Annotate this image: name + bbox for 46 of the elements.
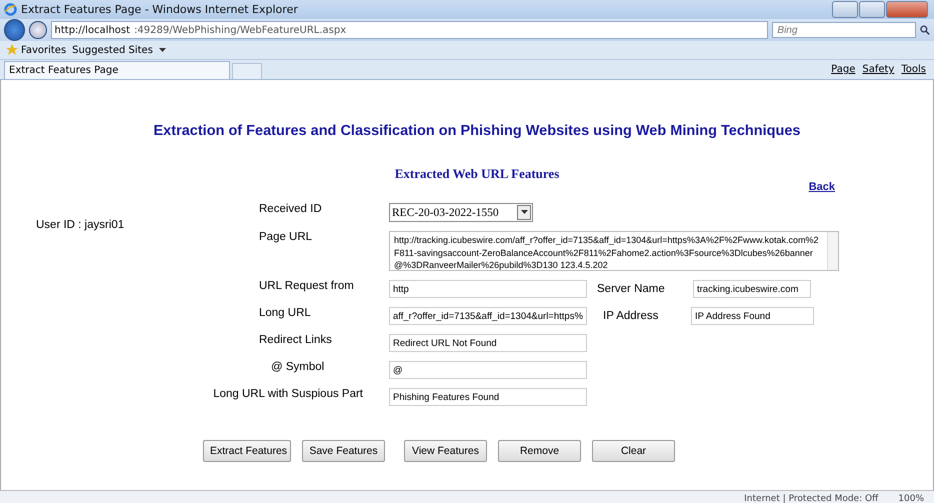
browser-tab[interactable]: Extract Features Page	[4, 61, 230, 79]
field-label: Long URL with Suspious Part	[212, 388, 364, 400]
caret-icon[interactable]	[520, 210, 528, 215]
field-label: IP Address	[602, 310, 660, 322]
field-label: @ Symbol	[270, 361, 326, 373]
command-menu[interactable]: Safety	[862, 64, 894, 75]
suggested-sites-link[interactable]: Suggested Sites	[72, 44, 153, 56]
back-link[interactable]: Back	[808, 181, 835, 193]
command-menu[interactable]: Page	[831, 64, 856, 75]
window-title: Extract Features Page - Windows Internet Explorer	[21, 3, 298, 16]
field-label: Received ID	[259, 203, 323, 215]
page-url-textarea[interactable]: http://tracking.icubeswire.com/aff_r?offer_id=7135&aff_id=1304&url=https%3A%2F%2Fwww.kotak.com%2F811-savingsaccount-ZeroBalanceAccount%2F811%2Fahome2.action%3Fsource%3Dlcubes%26banner@%3DRanveerMailer%26pubild%3D130 123.4.5.202	[389, 231, 839, 271]
action-button[interactable]: Save Features	[302, 440, 385, 462]
input-field[interactable]: @	[389, 361, 587, 379]
field-label: Redirect Links	[259, 334, 333, 346]
favorites-button[interactable]: Favorites	[6, 44, 66, 56]
search-field[interactable]: Bing	[772, 22, 916, 38]
field-label: Page URL	[259, 231, 314, 243]
back-button[interactable]	[4, 19, 26, 41]
input-field[interactable]: tracking.icubeswire.com	[693, 280, 811, 298]
field-label: URL Request from	[259, 280, 355, 292]
input-field[interactable]: Redirect URL Not Found	[389, 334, 587, 352]
user-id-label: User ID : jaysri01	[36, 218, 126, 231]
address-field[interactable]: http://localhost :49289/WebPhishing/WebFeatureURL.aspx	[50, 21, 768, 39]
action-button[interactable]: Clear	[592, 440, 675, 462]
field-label: Long URL	[259, 307, 312, 319]
input-field[interactable]: Phishing Features Found	[389, 388, 587, 406]
minimize-button[interactable]	[832, 1, 858, 18]
caret-icon[interactable]	[158, 48, 166, 52]
command-menu[interactable]: Tools	[901, 64, 926, 75]
input-field[interactable]: IP Address Found	[691, 307, 814, 325]
maximize-button[interactable]	[859, 1, 885, 18]
search-icon[interactable]	[920, 25, 930, 35]
input-field[interactable]: http	[389, 280, 587, 298]
action-button[interactable]: View Features	[404, 440, 487, 462]
zoom-level[interactable]: 100%	[898, 494, 924, 503]
input-field[interactable]: aff_r?offer_id=7135&aff_id=1304&url=https%	[389, 307, 587, 325]
forward-button[interactable]	[29, 21, 47, 39]
action-button[interactable]: Extract Features	[203, 440, 291, 462]
star-icon	[6, 44, 18, 56]
received-id-dropdown[interactable]: REC-20-03-2022-1550	[389, 203, 533, 222]
page-heading: Extraction of Features and Classification on Phishing Websites using Web Mining Techniques	[152, 122, 802, 139]
section-heading: Extracted Web URL Features	[394, 165, 560, 182]
action-button[interactable]: Remove	[498, 440, 581, 462]
field-label: Server Name	[597, 283, 666, 295]
security-zone: Internet | Protected Mode: Off	[744, 494, 878, 503]
